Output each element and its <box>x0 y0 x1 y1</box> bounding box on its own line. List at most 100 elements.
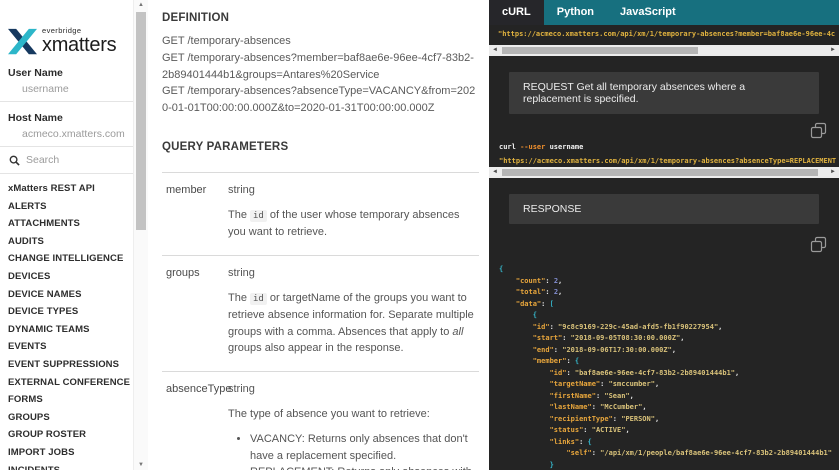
param-description: The id or targetName of the groups you w… <box>228 290 479 357</box>
search-icon <box>9 155 20 166</box>
doc-content: DEFINITION GET /temporary-absencesGET /t… <box>148 0 489 470</box>
h-scrollbar-bottom[interactable]: ◄ ► <box>489 167 839 178</box>
sidebar-nav: xMatters REST APIALERTSATTACHMENTSAUDITS… <box>0 174 133 470</box>
sidebar-item[interactable]: DEVICES <box>8 268 133 286</box>
param-type: string <box>228 184 479 196</box>
code-token: "2018-09-06T17:30:00.000Z" <box>562 346 672 354</box>
copy-button[interactable] <box>810 236 827 258</box>
code-token: : <box>600 380 608 388</box>
json-line: "recipientType": "PERSON", <box>499 414 839 426</box>
code-token: "end" <box>533 346 554 354</box>
scroll-up-icon[interactable]: ▲ <box>134 2 148 8</box>
params-table: memberstringThe id of the user whose tem… <box>162 172 479 470</box>
sidebar-item[interactable]: DEVICE NAMES <box>8 286 133 304</box>
param-type: string <box>228 267 479 279</box>
hostname-input[interactable] <box>22 128 133 146</box>
json-line: "status": "ACTIVE", <box>499 425 839 437</box>
json-line: "data": [ <box>499 299 839 311</box>
param-name: groups <box>166 267 228 357</box>
code-token: , <box>655 380 659 388</box>
h-scroll-thumb[interactable] <box>502 169 818 176</box>
param-name: absenceType <box>166 383 228 470</box>
h-scroll-thumb[interactable] <box>502 47 698 54</box>
param-row: absenceTypestringThe type of absence you… <box>162 371 479 470</box>
sidebar-item[interactable]: IMPORT JOBS <box>8 444 133 462</box>
sidebar-scrollbar[interactable]: ▲ ▼ <box>133 0 148 470</box>
tab-javascript[interactable]: JavaScript <box>607 0 689 25</box>
scroll-left-icon[interactable]: ◄ <box>489 45 501 56</box>
code-token: , <box>718 323 722 331</box>
desc-segment: id <box>250 293 267 305</box>
code-line: curl --user username <box>499 140 839 154</box>
sidebar-scroll-thumb[interactable] <box>136 12 146 230</box>
desc-segment: groups also appear in the response. <box>228 342 404 354</box>
code-token: "9c8c9169-229c-45ad-afd5-fb1f90227954" <box>558 323 718 331</box>
search-input[interactable] <box>26 154 121 166</box>
indent <box>499 380 550 388</box>
json-line: "lastName": "McCumber", <box>499 402 839 414</box>
scroll-left-icon[interactable]: ◄ <box>489 167 501 178</box>
brand-xmatters: xmatters <box>42 34 116 57</box>
username-input[interactable] <box>22 83 133 101</box>
sidebar-item[interactable]: GROUP ROSTER <box>8 426 133 444</box>
param-row: groupsstring The id or targetName of the … <box>162 255 479 371</box>
indent <box>499 426 550 434</box>
sidebar-item[interactable]: ATTACHMENTS <box>8 215 133 233</box>
param-details: stringThe type of absence you want to re… <box>228 383 479 470</box>
sidebar-item[interactable]: INCIDENTS <box>8 462 133 470</box>
sidebar-item[interactable]: xMatters REST API <box>8 180 133 198</box>
sidebar-item[interactable]: DYNAMIC TEAMS <box>8 321 133 339</box>
code-token: : <box>592 449 600 457</box>
sidebar-item[interactable]: GROUPS <box>8 409 133 427</box>
code-scrolled-line: "https://acmeco.xmatters.com/api/xm/1/te… <box>489 25 839 45</box>
indent <box>499 323 533 331</box>
code-token: : <box>562 334 570 342</box>
search-row <box>0 147 133 173</box>
code-token: "links" <box>550 438 580 446</box>
scroll-down-icon[interactable]: ▼ <box>134 462 148 468</box>
h-scrollbar-top[interactable]: ◄ ► <box>489 45 839 56</box>
code-token: : <box>583 426 591 434</box>
code-token: "/api/xm/1/people/baf8ae6e-96ee-4cf7-83b… <box>600 449 832 457</box>
sidebar-item[interactable]: ALERTS <box>8 198 133 216</box>
code-token: curl <box>499 143 520 151</box>
sidebar-item[interactable]: FORMS <box>8 391 133 409</box>
code-token: "baf8ae6e-96ee-4cf7-83b2-2b89401444b1" <box>575 369 735 377</box>
code-token: : <box>566 369 574 377</box>
sidebar-item[interactable]: DEVICE TYPES <box>8 303 133 321</box>
username-field-group: User Name <box>0 57 133 101</box>
indent <box>499 357 533 365</box>
code-token: : <box>613 415 621 423</box>
desc-segment: id <box>250 210 267 222</box>
indent <box>499 438 550 446</box>
code-token: "self" <box>566 449 591 457</box>
tab-python[interactable]: Python <box>544 0 607 25</box>
param-name: member <box>166 184 228 241</box>
sidebar-item[interactable]: EVENT SUPPRESSIONS <box>8 356 133 374</box>
hostname-label: Host Name <box>8 112 133 124</box>
code-token: : <box>541 300 549 308</box>
indent <box>499 311 533 319</box>
sidebar-item[interactable]: EXTERNAL CONFERENCE BRI... <box>8 374 133 392</box>
sidebar-item[interactable]: AUDITS <box>8 233 133 251</box>
sidebar-item[interactable]: EVENTS <box>8 338 133 356</box>
hostname-field-group: Host Name <box>0 102 133 146</box>
code-token: "id" <box>550 369 567 377</box>
scroll-right-icon[interactable]: ► <box>827 45 839 56</box>
json-line: { <box>499 264 839 276</box>
code-token: , <box>630 392 634 400</box>
sidebar: everbridge xmatters User Name Host Name … <box>0 0 148 470</box>
request-callout: REQUEST Get all temporary absences where… <box>509 72 819 114</box>
tab-curl[interactable]: cURL <box>489 0 544 25</box>
json-line: "id": "9c8c9169-229c-45ad-afd5-fb1f90227… <box>499 322 839 334</box>
indent <box>499 277 516 285</box>
code-token: , <box>625 426 629 434</box>
sidebar-item[interactable]: CHANGE INTELLIGENCE <box>8 250 133 268</box>
scroll-right-icon[interactable]: ► <box>827 167 839 178</box>
copy-button[interactable] <box>810 122 827 144</box>
code-token: { <box>499 265 503 273</box>
code-token: , <box>558 277 562 285</box>
indent <box>499 461 550 469</box>
code-token: "PERSON" <box>621 415 655 423</box>
indent <box>499 415 550 423</box>
